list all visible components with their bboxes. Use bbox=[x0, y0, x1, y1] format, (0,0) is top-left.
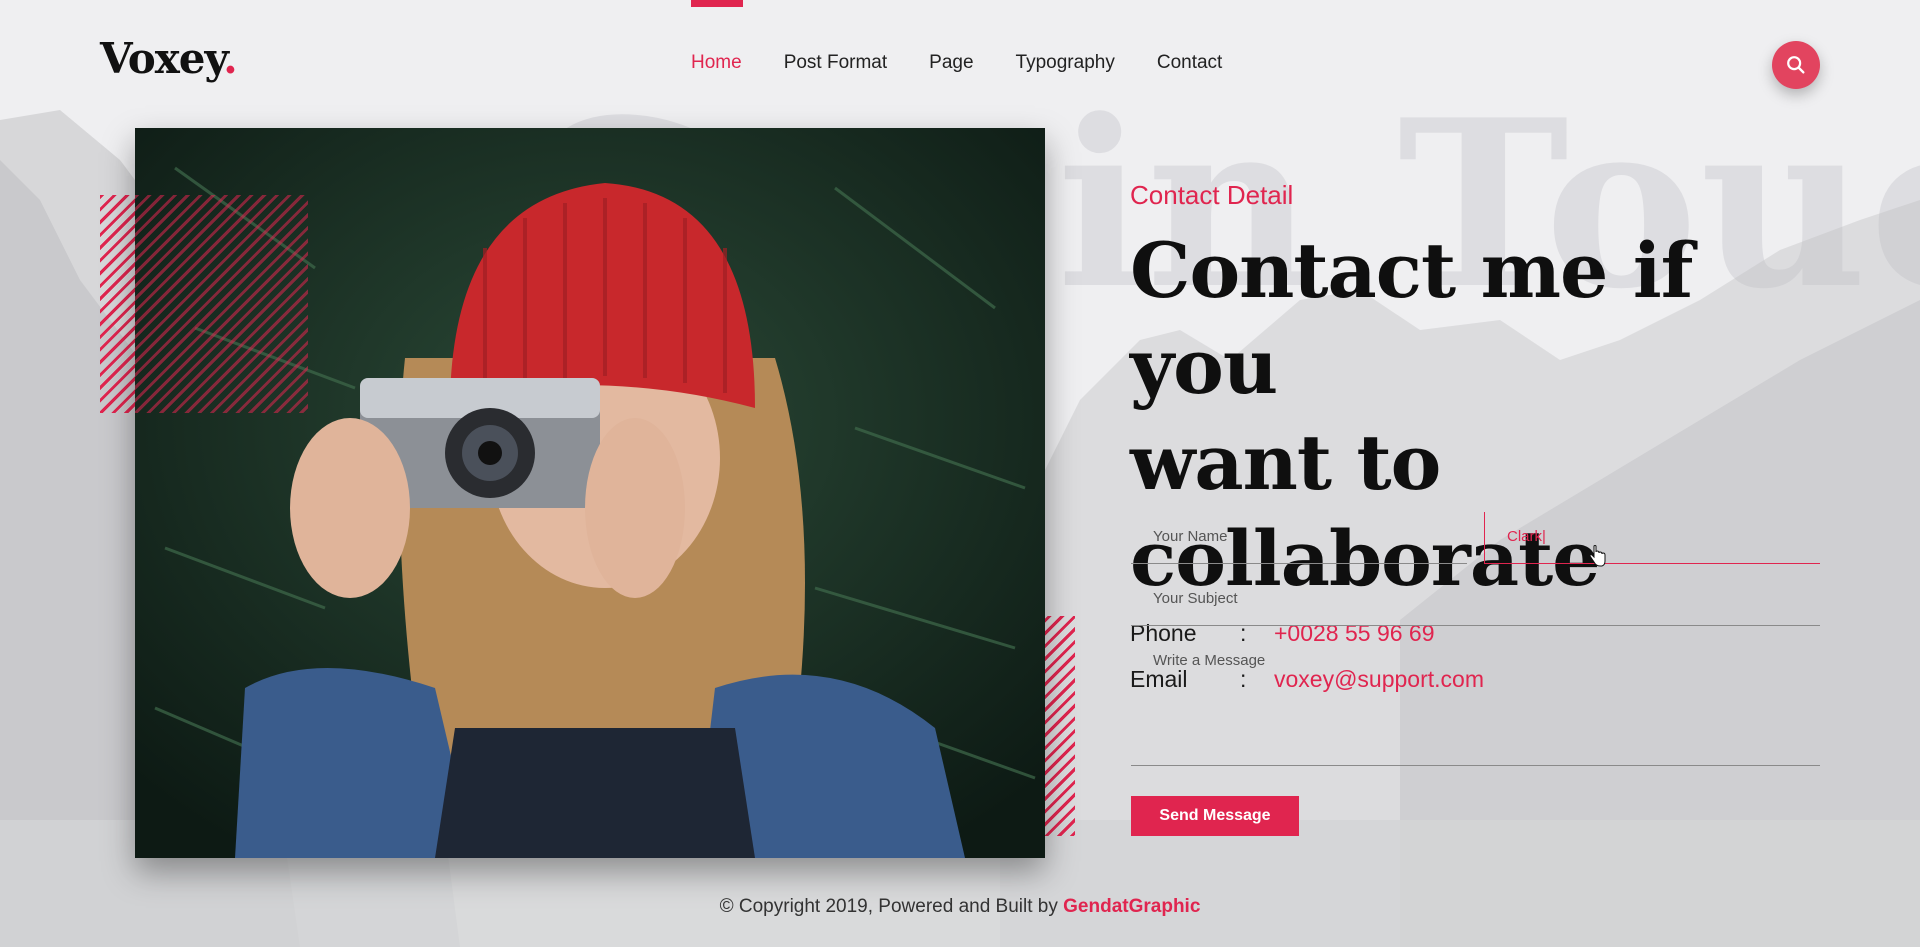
message-field[interactable]: Write a Message bbox=[1131, 636, 1820, 766]
contact-form: Your Name Clark| Your Subject Write a Me… bbox=[1131, 512, 1820, 836]
nav-item-home[interactable]: Home bbox=[691, 52, 742, 74]
nav-item-contact[interactable]: Contact bbox=[1157, 52, 1222, 74]
footer-text: © Copyright 2019, Powered and Built by bbox=[719, 896, 1064, 917]
nav-active-indicator bbox=[691, 0, 743, 7]
section-label: Contact Detail bbox=[1130, 180, 1294, 210]
search-icon bbox=[1787, 56, 1805, 74]
nav-item-typography[interactable]: Typography bbox=[1016, 52, 1115, 74]
subject-field[interactable]: Your Subject bbox=[1131, 574, 1820, 626]
nav-item-post-format[interactable]: Post Format bbox=[784, 52, 887, 74]
headline-line-1: Contact me if you bbox=[1130, 226, 1693, 411]
send-message-button[interactable]: Send Message bbox=[1131, 796, 1299, 836]
nav-item-page[interactable]: Page bbox=[929, 52, 973, 74]
second-name-field[interactable]: Clark| bbox=[1484, 512, 1820, 564]
logo-dot: . bbox=[223, 34, 238, 83]
search-button[interactable] bbox=[1772, 41, 1820, 89]
main-nav: Home Post Format Page Typography Contact bbox=[691, 52, 1222, 74]
pointer-cursor-icon bbox=[1589, 545, 1606, 567]
footer-brand-link[interactable]: GendatGraphic bbox=[1063, 896, 1200, 917]
logo-text: Voxey bbox=[100, 34, 224, 83]
name-field[interactable]: Your Name bbox=[1131, 512, 1467, 564]
logo[interactable]: Voxey. bbox=[100, 34, 238, 83]
site-header: Voxey. Home Post Format Page Typography … bbox=[0, 0, 1920, 120]
site-footer: © Copyright 2019, Powered and Built by G… bbox=[0, 896, 1920, 918]
decor-stripes-overlay bbox=[135, 195, 308, 413]
